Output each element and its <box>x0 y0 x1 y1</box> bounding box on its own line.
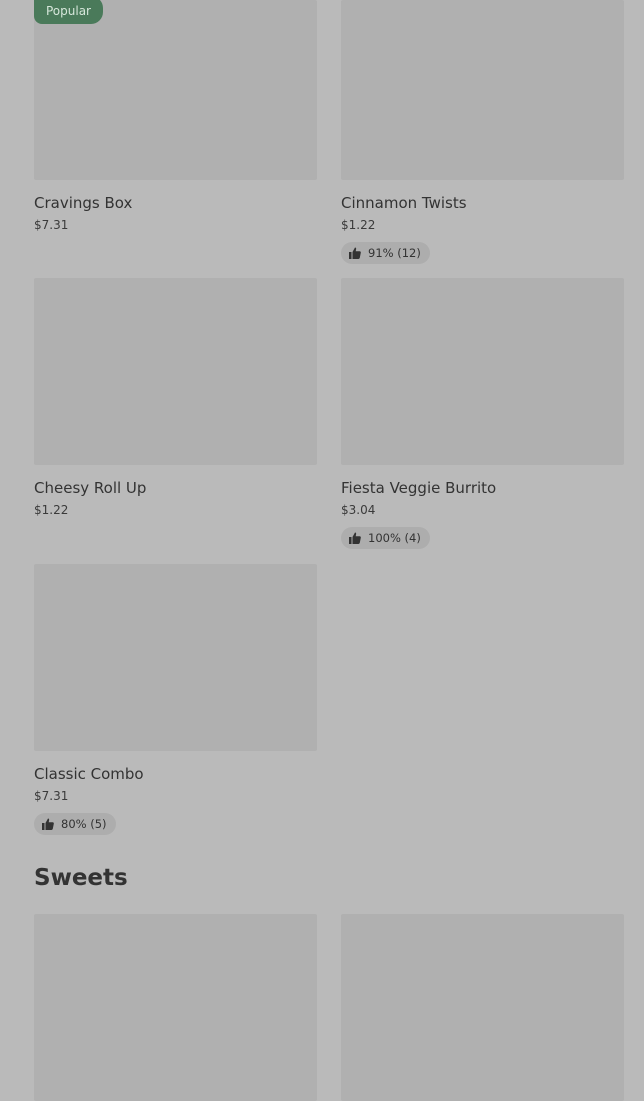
popular-badge: Popular <box>34 0 103 24</box>
menu-item-card[interactable]: Cheesy Roll Up $1.22 <box>34 278 317 518</box>
thumbs-up-icon <box>349 247 361 259</box>
menu-item-card[interactable]: Fiesta Veggie Burrito $3.04 100% (4) <box>341 278 624 549</box>
item-price: $7.31 <box>34 218 69 232</box>
item-image[interactable]: Popular <box>34 0 317 180</box>
item-image[interactable] <box>34 914 317 1101</box>
rating-pill: 100% (4) <box>341 527 430 549</box>
item-image[interactable] <box>341 0 624 180</box>
item-name: Cravings Box <box>34 194 133 212</box>
menu-item-card[interactable] <box>34 914 317 1101</box>
thumbs-up-icon <box>349 532 361 544</box>
rating-text: 91% (12) <box>368 246 421 260</box>
item-price: $1.22 <box>341 218 376 232</box>
rating-pill: 91% (12) <box>341 242 430 264</box>
item-image[interactable] <box>34 278 317 465</box>
rating-text: 100% (4) <box>368 531 421 545</box>
rating-pill: 80% (5) <box>34 813 116 835</box>
item-price: $7.31 <box>34 789 69 803</box>
menu-item-card[interactable]: Popular Cravings Box $7.31 <box>34 0 317 233</box>
item-price: $1.22 <box>34 503 69 517</box>
item-name: Fiesta Veggie Burrito <box>341 479 497 497</box>
menu-item-card[interactable] <box>341 914 624 1101</box>
section-title-sweets: Sweets <box>34 865 128 891</box>
menu-item-card[interactable]: Classic Combo $7.31 80% (5) <box>34 564 317 835</box>
item-image[interactable] <box>341 278 624 465</box>
rating-text: 80% (5) <box>61 817 107 831</box>
item-image[interactable] <box>34 564 317 751</box>
item-name: Cinnamon Twists <box>341 194 467 212</box>
item-name: Classic Combo <box>34 765 144 783</box>
item-price: $3.04 <box>341 503 376 517</box>
menu-item-card[interactable]: Cinnamon Twists $1.22 91% (12) <box>341 0 624 264</box>
thumbs-up-icon <box>42 818 54 830</box>
item-image[interactable] <box>341 914 624 1101</box>
item-name: Cheesy Roll Up <box>34 479 147 497</box>
